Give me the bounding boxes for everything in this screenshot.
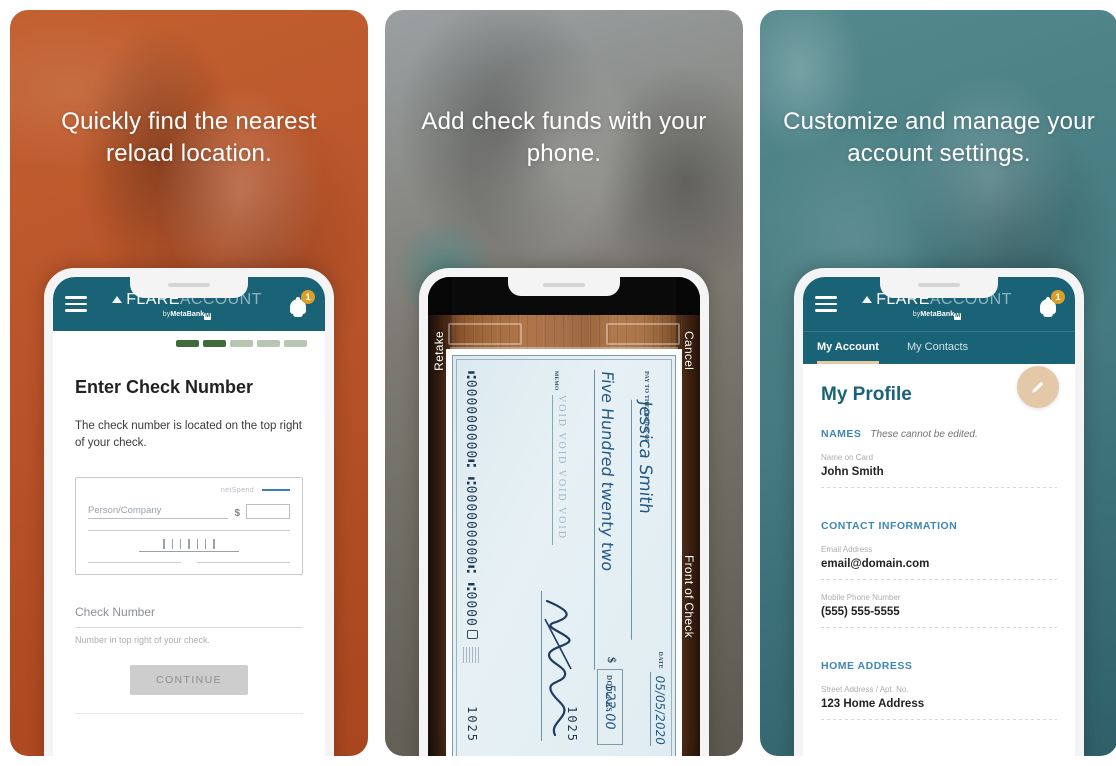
profile-row-email: Email Address email@domain.com xyxy=(821,545,1057,580)
row-label: Street Address / Apt. No. xyxy=(821,685,909,694)
check-words-line xyxy=(88,529,290,531)
check-number-bottom: 1025 xyxy=(465,706,479,743)
check-memo-label: MEMO xyxy=(553,371,559,391)
progress-indicator xyxy=(53,331,325,347)
profile-row-name-on-card: Name on Card John Smith xyxy=(821,453,1057,488)
check-payee-name: Jessica Smith xyxy=(631,399,655,643)
check-number-form: Enter Check Number The check number is l… xyxy=(53,347,325,695)
progress-step-3 xyxy=(230,340,253,347)
phone-screen-3: FLAREACCOUNT byMetaBankM 1 My Account My… xyxy=(803,277,1075,756)
section-names: NAMES These cannot be edited. xyxy=(821,428,1057,440)
metabank-mark-icon: M xyxy=(204,312,212,320)
check-brand-label: netSpend xyxy=(220,486,254,494)
hamburger-menu-icon[interactable] xyxy=(815,296,837,312)
camera-capture-view: Retake Cancel Front of Check PAY TO THE … xyxy=(428,277,700,756)
check-amount-box xyxy=(246,503,290,519)
progress-step-2 xyxy=(203,340,226,347)
brand-sub-3: byMetaBankM xyxy=(912,310,962,320)
flare-mark-icon xyxy=(112,296,123,303)
check-signature-line xyxy=(197,561,290,563)
footer-divider xyxy=(75,712,303,714)
phone-mockup-2: Retake Cancel Front of Check PAY TO THE … xyxy=(419,268,709,756)
notification-bell-button[interactable]: 1 xyxy=(1037,290,1065,317)
check-dollar-symbol: $ xyxy=(234,507,240,519)
phone-speaker-2 xyxy=(543,283,585,287)
check-amount-words: Five Hundred twenty two xyxy=(594,369,617,673)
row-label: Email Address xyxy=(821,545,873,554)
check-number-top: 1025 xyxy=(565,706,579,743)
check-number-field[interactable]: Check Number Number in top right of your… xyxy=(75,605,303,645)
edit-profile-button[interactable] xyxy=(1017,366,1059,408)
check-date-label: DATE xyxy=(657,651,663,669)
section-title-contact: CONTACT INFORMATION xyxy=(821,520,958,532)
progress-step-1 xyxy=(176,340,199,347)
notification-bell-button[interactable]: 1 xyxy=(287,290,315,317)
row-value: (555) 555-5555 xyxy=(821,606,900,618)
phone-screen-2: Retake Cancel Front of Check PAY TO THE … xyxy=(428,277,700,756)
pencil-icon xyxy=(1032,381,1044,393)
app-store-screenshot-gallery: Quickly find the nearest reload location… xyxy=(0,0,1116,766)
hamburger-menu-icon[interactable] xyxy=(65,296,87,312)
check-illustration: netSpend Person/Company $ xyxy=(75,476,303,575)
profile-row-mobile-phone: Mobile Phone Number (555) 555-5555 xyxy=(821,593,1057,628)
phone-speaker-1 xyxy=(168,283,210,287)
front-of-check-label: Front of Check xyxy=(682,555,696,638)
screenshot-panel-reload-location: Quickly find the nearest reload location… xyxy=(10,10,368,756)
flare-mark-icon xyxy=(862,296,873,303)
check-memo-value: VOID VOID VOID VOID xyxy=(552,395,567,545)
panel-headline-1: Quickly find the nearest reload location… xyxy=(61,108,317,167)
screenshot-panel-check-deposit: Add check funds with your phone. Retake … xyxy=(385,10,743,756)
check-micr-line: ⑆000000000⑆ ⑆000000000⑆ ⑆0000 xyxy=(463,371,478,627)
notification-badge-1: 1 xyxy=(301,290,315,304)
account-tabs: My Account My Contacts xyxy=(803,331,1075,364)
check-memo-line xyxy=(88,561,181,563)
phone-mockup-3: FLAREACCOUNT byMetaBankM 1 My Account My… xyxy=(794,268,1084,756)
profile-row-street-address: Street Address / Apt. No. 123 Home Addre… xyxy=(821,685,1057,720)
app-header-1: FLAREACCOUNT byMetaBankM 1 xyxy=(53,277,325,331)
tab-my-contacts[interactable]: My Contacts xyxy=(907,332,968,364)
check-amount-symbol: $ xyxy=(605,657,619,663)
phone-notch-1 xyxy=(130,277,248,298)
phone-mockup-1: FLAREACCOUNT byMetaBankM 1 Enter Check N… xyxy=(44,268,334,756)
cancel-button[interactable]: Cancel xyxy=(682,331,696,370)
panel-headline-3: Customize and manage your account settin… xyxy=(783,108,1095,167)
section-title-names: NAMES xyxy=(821,428,862,440)
notification-badge-3: 1 xyxy=(1051,290,1065,304)
brand-sub-1: byMetaBankM xyxy=(162,310,212,320)
check-date-value: 05/05/2020 xyxy=(650,671,667,749)
check-amount-value: 522.00 xyxy=(602,683,618,731)
progress-step-5 xyxy=(284,340,307,347)
row-label: Mobile Phone Number xyxy=(821,593,901,602)
tab-my-account[interactable]: My Account xyxy=(817,332,879,364)
section-title-home-address: HOME ADDRESS xyxy=(821,660,913,672)
progress-step-4 xyxy=(257,340,280,347)
row-label: Name on Card xyxy=(821,453,874,462)
check-payee-label: Person/Company xyxy=(88,505,229,519)
section-note-names: These cannot be edited. xyxy=(870,429,978,440)
check-number-highlight xyxy=(262,488,290,492)
retake-button[interactable]: Retake xyxy=(432,331,446,371)
row-value: email@domain.com xyxy=(821,558,930,570)
panel-headline-2: Add check funds with your phone. xyxy=(421,108,707,167)
phone-speaker-3 xyxy=(918,283,960,287)
check-number-hint: Number in top right of your check. xyxy=(75,634,211,645)
phone-screen-1: FLAREACCOUNT byMetaBankM 1 Enter Check N… xyxy=(53,277,325,756)
captured-check-image: PAY TO THE ORDER OF Jessica Smith Five H… xyxy=(446,349,682,756)
page-title: Enter Check Number xyxy=(75,377,254,397)
section-home-address: HOME ADDRESS xyxy=(821,660,1057,672)
my-profile-content: My Profile NAMES These cannot be edited.… xyxy=(803,364,1075,720)
row-value: 123 Home Address xyxy=(821,698,925,710)
check-number-placeholder: Check Number xyxy=(75,604,156,619)
app-header-3: FLAREACCOUNT byMetaBankM 1 xyxy=(803,277,1075,331)
phone-notch-3 xyxy=(880,277,998,298)
row-value: John Smith xyxy=(821,466,884,478)
metabank-mark-icon: M xyxy=(954,312,962,320)
page-description: The check number is located on the top r… xyxy=(75,420,302,450)
continue-button[interactable]: CONTINUE xyxy=(130,664,248,695)
check-micr-marks xyxy=(88,538,290,551)
bank-logo-icon xyxy=(467,630,478,639)
section-contact-information: CONTACT INFORMATION xyxy=(821,520,1057,532)
screenshot-panel-account-settings: Customize and manage your account settin… xyxy=(760,10,1116,756)
